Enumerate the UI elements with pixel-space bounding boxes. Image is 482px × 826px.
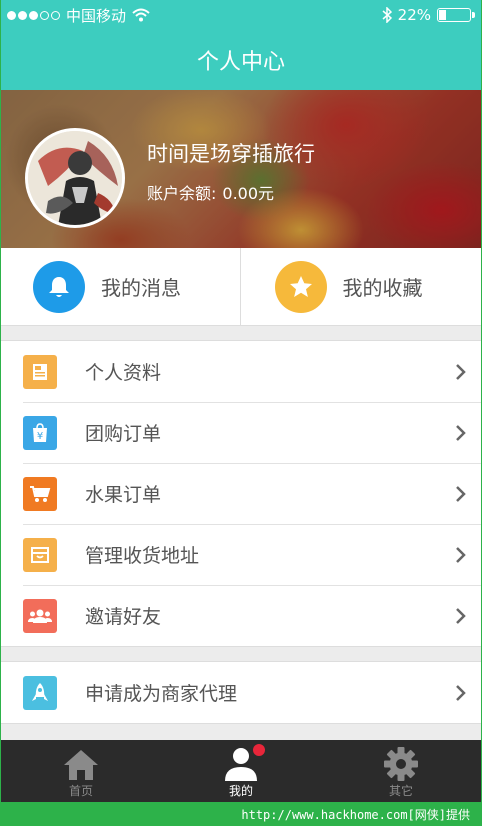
tab-home[interactable]: 首页	[1, 740, 161, 802]
people-icon	[23, 598, 57, 633]
watermark-bar: http://www.hackhome.com[网侠]提供	[0, 802, 482, 826]
avatar[interactable]	[25, 128, 125, 228]
tab-label: 首页	[68, 784, 93, 798]
menu-item-group-orders[interactable]: ¥ 团购订单	[1, 402, 481, 463]
signal-icon	[7, 10, 60, 20]
tab-label: 其它	[388, 784, 413, 798]
my-messages-label: 我的消息	[101, 276, 181, 300]
chevron-right-icon	[441, 363, 481, 381]
menu-group-account: 个人资料 ¥ 团购订单 水果订单 管理收货地址 邀请好友	[1, 340, 481, 647]
chevron-right-icon	[441, 607, 481, 625]
yen-bag-icon: ¥	[23, 415, 57, 450]
my-favorites-button[interactable]: 我的收藏	[239, 248, 482, 325]
my-messages-button[interactable]: 我的消息	[1, 248, 240, 325]
menu-item-merchant-agent[interactable]: 申请成为商家代理	[1, 662, 481, 723]
menu-item-label: 邀请好友	[85, 606, 162, 628]
app-screen: 中国移动 22% 个人中心 时间是场穿插旅行 账户余额: 0.00元 我的消息 …	[1, 0, 481, 802]
home-icon	[64, 750, 98, 780]
watermark-text: http://www.hackhome.com[网侠]提供	[241, 807, 470, 822]
gear-icon	[384, 747, 418, 781]
battery-level	[439, 10, 446, 20]
profile-card-icon	[23, 354, 57, 389]
tab-mine[interactable]: 我的	[161, 740, 321, 802]
star-icon	[274, 260, 327, 313]
chevron-right-icon	[441, 424, 481, 442]
user-name: 时间是场穿插旅行	[147, 142, 315, 166]
balance-label: 账户余额:	[147, 184, 217, 203]
battery-percent: 22%	[397, 6, 431, 24]
bell-icon	[33, 260, 85, 313]
chevron-right-icon	[441, 485, 481, 503]
page-title: 个人中心	[196, 50, 285, 75]
wifi-icon	[132, 8, 150, 22]
menu-item-addresses[interactable]: 管理收货地址	[1, 524, 481, 585]
menu-item-label: 水果订单	[85, 484, 162, 506]
notification-badge	[253, 744, 265, 756]
menu-item-label: 团购订单	[85, 423, 162, 445]
menu-item-profile[interactable]: 个人资料	[1, 341, 481, 402]
my-favorites-label: 我的收藏	[342, 276, 423, 300]
chevron-right-icon	[441, 684, 481, 702]
status-bar: 中国移动 22%	[1, 0, 481, 30]
tab-other[interactable]: 其它	[321, 740, 481, 802]
chevron-right-icon	[441, 546, 481, 564]
nav-bar: 个人中心	[1, 30, 481, 90]
menu-item-fruit-orders[interactable]: 水果订单	[1, 463, 481, 524]
account-balance: 账户余额: 0.00元	[147, 180, 274, 204]
avatar-illustration	[28, 131, 122, 225]
menu-item-label: 个人资料	[85, 362, 162, 384]
quick-actions: 我的消息 我的收藏	[1, 248, 481, 326]
box-icon	[23, 537, 57, 572]
svg-text:¥: ¥	[37, 431, 43, 442]
menu-item-invite-friends[interactable]: 邀请好友	[1, 585, 481, 646]
cart-icon	[23, 476, 57, 511]
rocket-icon	[23, 675, 57, 710]
menu-item-label: 管理收货地址	[85, 545, 200, 567]
tab-bar: 首页 我的 其它	[1, 740, 481, 802]
carrier-label: 中国移动	[66, 6, 127, 25]
balance-value: 0.00元	[222, 184, 275, 203]
bluetooth-icon	[382, 7, 392, 23]
tab-label: 我的	[228, 784, 253, 798]
profile-banner: 时间是场穿插旅行 账户余额: 0.00元	[1, 90, 481, 248]
menu-group-merchant: 申请成为商家代理	[1, 661, 481, 724]
battery-icon	[437, 8, 475, 22]
menu-item-label: 申请成为商家代理	[85, 683, 238, 705]
